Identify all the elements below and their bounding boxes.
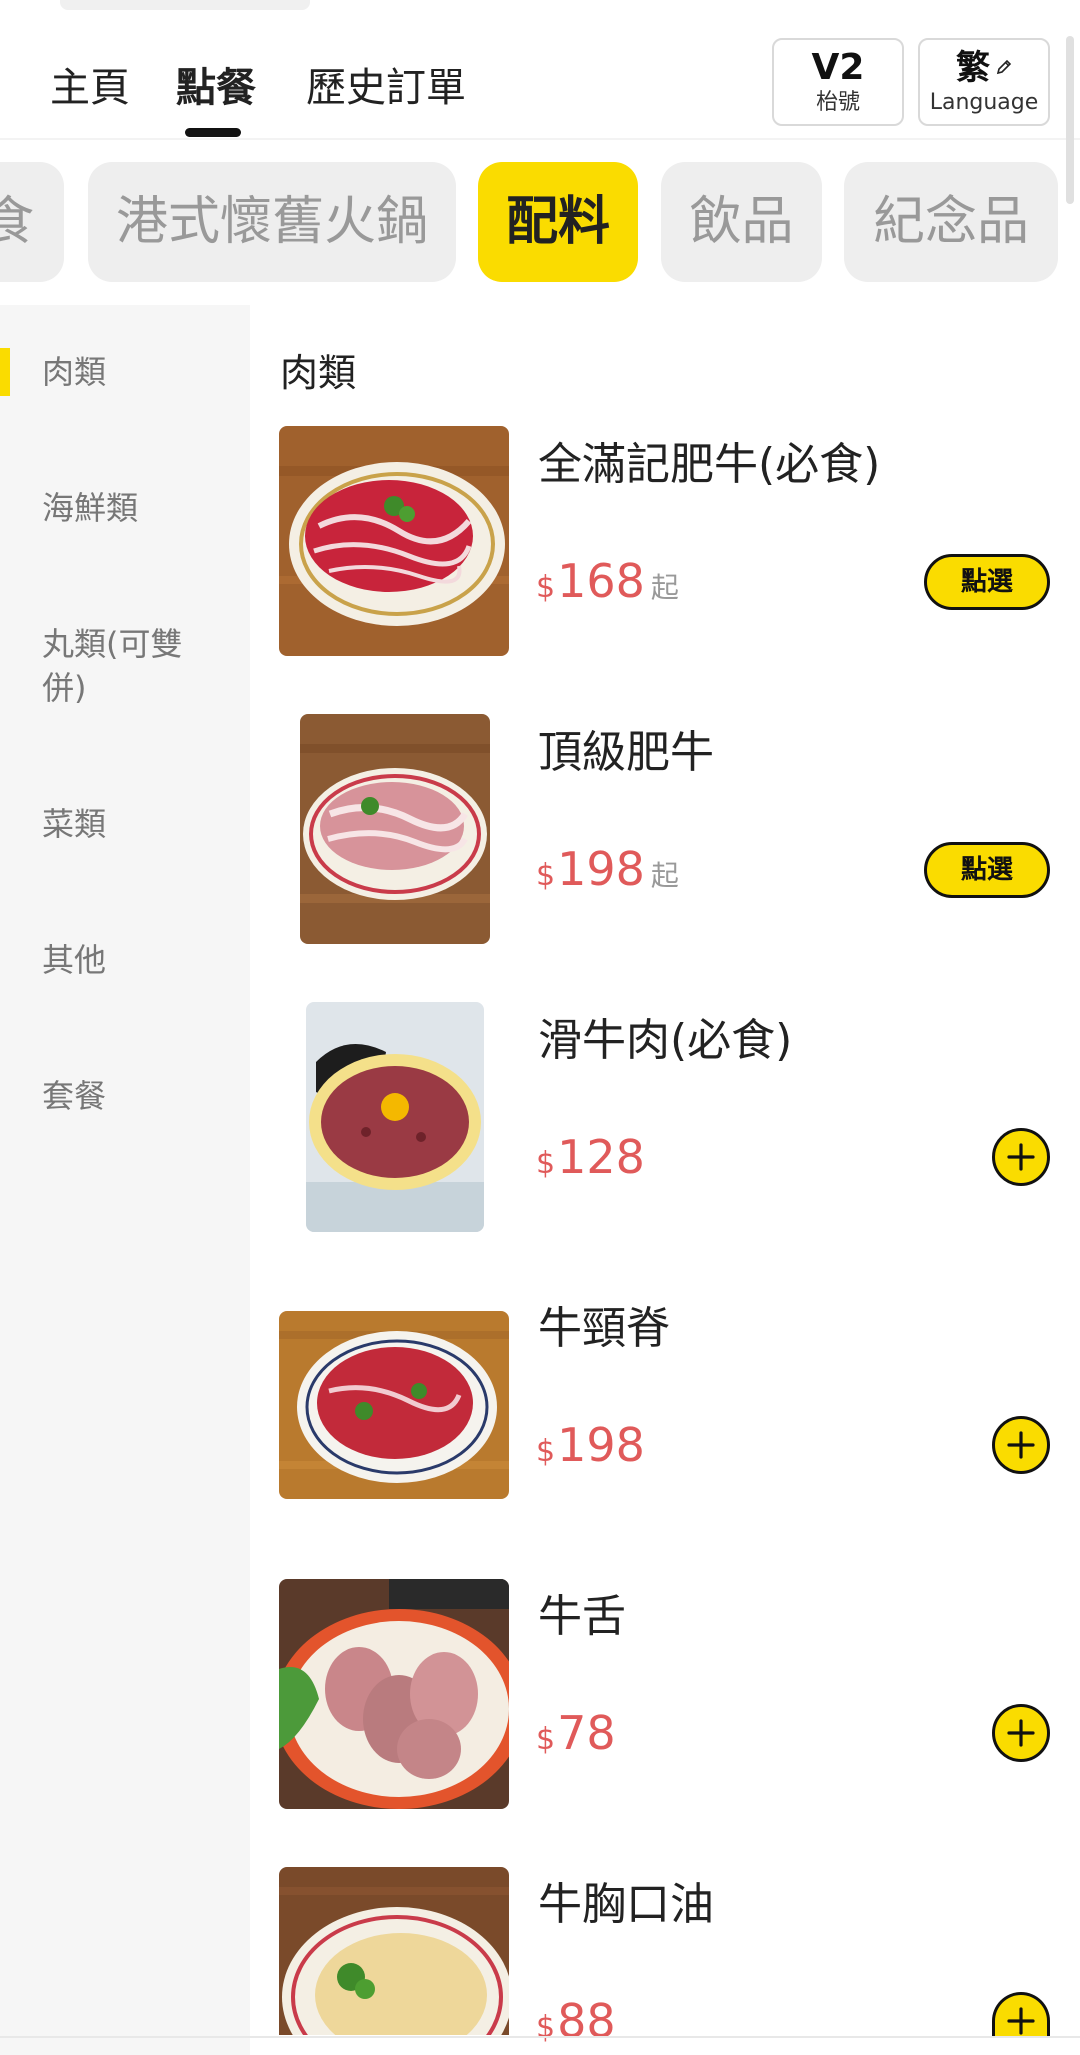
- select-button[interactable]: 點選: [924, 554, 1050, 610]
- plus-icon: [1007, 2007, 1035, 2035]
- active-tab-indicator: [185, 128, 241, 137]
- category-chip-hotpot[interactable]: 港式懷舊火鍋: [88, 162, 456, 282]
- section-title: 肉類: [280, 351, 357, 395]
- item-price: $168 起: [536, 554, 679, 608]
- tab-order[interactable]: 點餐: [176, 55, 256, 113]
- drag-handle: [60, 0, 310, 10]
- language-caption: Language: [929, 90, 1039, 115]
- item-name: 頂級肥牛: [538, 727, 714, 778]
- item-image-fatty-beef[interactable]: [279, 426, 509, 656]
- sidebar-item-vegetables[interactable]: 菜類: [42, 802, 222, 846]
- item-price: $198 起: [536, 842, 679, 896]
- item-image-sliced-beef[interactable]: [306, 1002, 484, 1232]
- category-chip-toppings[interactable]: 配料: [478, 162, 638, 282]
- sidebar-item-meat[interactable]: 肉類: [42, 350, 222, 394]
- add-button[interactable]: [992, 1128, 1050, 1186]
- bottom-divider: [0, 2036, 1080, 2038]
- add-button[interactable]: [992, 1416, 1050, 1474]
- item-image-premium-fatty-beef[interactable]: [300, 714, 490, 944]
- item-name: 全滿記肥牛(必食): [538, 439, 881, 490]
- tab-home[interactable]: 主頁: [50, 55, 130, 113]
- language-button[interactable]: 繁 Language: [918, 38, 1050, 126]
- table-number-tag[interactable]: V2 枱號: [772, 38, 904, 126]
- sidebar: [0, 305, 250, 2055]
- pencil-icon: [996, 59, 1012, 75]
- item-price: $198: [536, 1418, 645, 1472]
- category-chip-partial[interactable]: 食: [0, 162, 64, 282]
- language-glyph: 繁: [956, 48, 990, 88]
- sidebar-item-others[interactable]: 其他: [42, 938, 222, 982]
- tab-order-history[interactable]: 歷史訂單: [306, 55, 466, 113]
- item-price: $128: [536, 1130, 645, 1184]
- item-image-beef-tongue[interactable]: [279, 1579, 509, 1809]
- sidebar-item-seafood[interactable]: 海鮮類: [42, 486, 222, 530]
- scrollbar[interactable]: [1066, 36, 1074, 204]
- plus-icon: [1007, 1431, 1035, 1459]
- add-button[interactable]: [992, 1992, 1050, 2036]
- table-number-code: V2: [811, 47, 865, 88]
- sidebar-active-indicator: [0, 348, 10, 396]
- add-button[interactable]: [992, 1704, 1050, 1762]
- item-price: $78: [536, 1706, 616, 1760]
- sidebar-item-set-meals[interactable]: 套餐: [42, 1074, 222, 1118]
- table-number-caption: 枱號: [815, 90, 860, 115]
- category-chip-souvenirs[interactable]: 紀念品: [844, 162, 1058, 282]
- sidebar-item-balls[interactable]: 丸類(可雙併): [42, 622, 212, 710]
- item-image-beef-chuck[interactable]: [279, 1311, 509, 1499]
- select-button[interactable]: 點選: [924, 842, 1050, 898]
- plus-icon: [1007, 1719, 1035, 1747]
- item-image-beef-brisket-fat[interactable]: [279, 1867, 509, 2035]
- top-bar: 主頁 點餐 歷史訂單 V2 枱號 繁 Language: [0, 0, 1080, 204]
- item-name: 牛胸口油: [538, 1879, 714, 1930]
- item-name: 牛頸脊: [538, 1303, 670, 1354]
- plus-icon: [1007, 1143, 1035, 1171]
- category-chip-drinks[interactable]: 飲品: [661, 162, 822, 282]
- item-price: $88: [536, 1994, 616, 2048]
- item-name: 滑牛肉(必食): [538, 1015, 793, 1066]
- item-name: 牛舌: [538, 1591, 626, 1642]
